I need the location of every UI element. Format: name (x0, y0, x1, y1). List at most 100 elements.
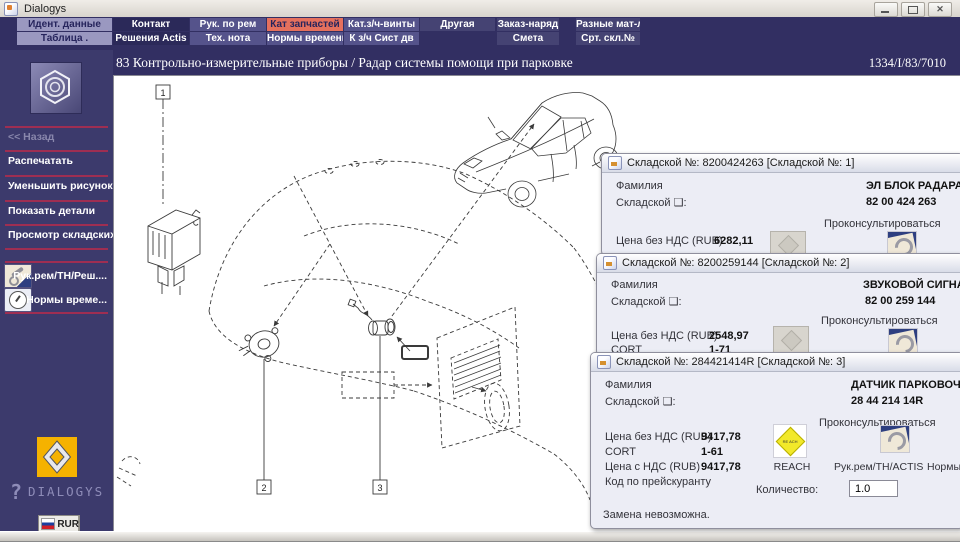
sidebar-item-time-standards[interactable]: Нормы време... (3, 288, 110, 312)
bumper-outline (116, 159, 619, 501)
maximize-button[interactable] (901, 2, 925, 17)
sidebar-item-show-details[interactable]: Показать детали (8, 205, 95, 217)
consult-manual-icon[interactable] (881, 426, 909, 452)
divider (5, 175, 108, 177)
divider (5, 200, 108, 202)
sidebar-item-manuals[interactable]: Рук.рем/ТН/Реш.... (3, 264, 110, 288)
stock-label: Складской ❑: (605, 396, 676, 408)
part-dialog-2: Складской №: 8200259144 [Складской №: 2]… (596, 253, 960, 356)
renault-logo (37, 437, 77, 477)
tab-estimate[interactable]: Смета (497, 32, 559, 45)
time-standards-caption: Нормы времени (927, 461, 960, 473)
flag-ru-icon (41, 518, 56, 530)
stock-number: 82 00 424 263 (866, 196, 937, 208)
part-name: ЭЛ БЛОК РАДАРА ЗАД (866, 180, 960, 192)
dialog-2-titlebar[interactable]: Складской №: 8200259144 [Складской №: 2] (597, 254, 960, 273)
tab-parts-catalog[interactable]: Кат запчастей (267, 18, 343, 31)
price-vat-label: Цена с НДС (RUB) (605, 461, 701, 473)
dialog-icon (608, 156, 622, 170)
svg-text:3: 3 (377, 483, 382, 493)
divider (5, 126, 108, 128)
name-label: Фамилия (605, 379, 652, 391)
dialog-3-titlebar[interactable]: Складской №: 284421414R [Складской №: 3] (591, 353, 960, 372)
divider (5, 312, 108, 314)
cort-label: CORT (605, 446, 636, 458)
dialog-icon (597, 355, 611, 369)
price-label: Цена без НДС (RUB) (605, 431, 712, 443)
dialog-1-title: Складской №: 8200424263 [Складской №: 1] (627, 157, 855, 169)
part-name: ЗВУКОВОЙ СИГНАЛ ПА (863, 279, 960, 291)
window-bottom-edge (0, 531, 960, 542)
part-dialog-3: Складской №: 284421414R [Складской №: 3]… (590, 352, 960, 529)
sidebar-manuals-label: Рук.рем/ТН/Реш.... (13, 270, 107, 282)
buzzer-part[interactable]: 2 (236, 327, 286, 495)
dialog-1-titlebar[interactable]: Складской №: 8200424263 [Складской №: 1] (602, 154, 960, 173)
page-title: 83 Контрольно-измерительные приборы / Ра… (116, 55, 573, 70)
tab-parts-screws[interactable]: Кат.з/ч-винты (344, 18, 419, 31)
tab-avg-stock-no[interactable]: Срт. скл.№ (576, 32, 640, 45)
price-vat-value: 9417,78 (701, 461, 741, 473)
svg-text:1: 1 (160, 88, 165, 98)
quantity-input[interactable] (849, 480, 898, 497)
dialog-icon (603, 256, 617, 270)
sidebar-item-shrink-image[interactable]: Уменьшить рисунок (8, 180, 113, 192)
tab-repair-manual[interactable]: Рук. по рем (190, 18, 266, 31)
sidebar-item-print[interactable]: Распечатать (8, 155, 73, 167)
name-label: Фамилия (616, 180, 663, 192)
consult-label: Проконсультироваться (821, 315, 938, 327)
callout-1[interactable]: 1 (155, 84, 171, 206)
divider (5, 224, 108, 226)
part-dialog-1: Складской №: 8200424263 [Складской №: 1]… (601, 153, 960, 256)
sidebar-item-back[interactable]: << Назад (8, 131, 54, 143)
reach-button-disabled (773, 326, 809, 355)
hexagon-nut-glyph (40, 69, 70, 105)
price-code-label: Код по прейскуранту (605, 476, 712, 488)
stock-number: 28 44 214 14R (851, 395, 924, 407)
replacement-note: Замена невозможна. (603, 509, 710, 521)
tab-other[interactable]: Другая (420, 18, 495, 31)
close-button[interactable]: ✕ (928, 2, 952, 17)
divider (5, 150, 108, 152)
dialogys-logo: ? DIALOGYS (10, 480, 110, 504)
tab-table[interactable]: Таблица . (17, 32, 112, 45)
cort-value: 1-61 (701, 446, 724, 458)
price-value: 6282,11 (714, 235, 754, 247)
consult-label: Проконсультироваться (819, 417, 936, 429)
price-label: Цена без НДС (RUB) (611, 330, 718, 342)
minimize-button[interactable] (874, 2, 898, 17)
divider (5, 248, 108, 250)
sidebar: << Назад Распечатать Уменьшить рисунок П… (0, 50, 140, 533)
reach-glyph-text: RE ACH (782, 438, 798, 443)
window-title: Dialogys (24, 2, 67, 15)
section-header: 83 Контрольно-измерительные приборы / Ра… (113, 50, 960, 75)
ecu-module-part[interactable] (147, 209, 201, 295)
price-value: 2548,97 (709, 330, 749, 342)
bracket-part[interactable] (401, 345, 429, 360)
app-icon (4, 1, 18, 16)
nut-icon[interactable] (30, 62, 82, 114)
tab-ident-data[interactable]: Идент. данные (17, 18, 112, 31)
stock-label: Складской ❑: (616, 197, 687, 209)
dialog-3-title: Складской №: 284421414R [Складской №: 3] (616, 356, 846, 368)
tab-tech-note[interactable]: Тех. нота (190, 32, 266, 45)
parking-sensor-part[interactable]: 3 (347, 298, 396, 495)
tab-work-order[interactable]: Заказ-наряд (497, 18, 559, 31)
reach-icon[interactable]: RE ACH (774, 425, 806, 457)
tab-time-standards[interactable]: Нормы времени (267, 32, 343, 45)
figure-code: 1334/I/83/7010 (868, 56, 946, 70)
name-label: Фамилия (611, 279, 658, 291)
ghost-box (341, 371, 395, 399)
price-value: 9417,78 (701, 431, 741, 443)
currency-label: RUR (57, 518, 79, 530)
price-label: Цена без НДС (RUB) (616, 235, 723, 247)
tab-misc-materials[interactable]: Разные мат-лы (576, 18, 640, 31)
fascia-panel (436, 306, 521, 449)
divider (5, 261, 108, 263)
main-menu: Идент. данные Контакт Рук. по рем Кат за… (0, 17, 960, 50)
dialogys-wordmark: DIALOGYS (28, 484, 105, 499)
tab-actis[interactable]: Решения Actis (113, 32, 189, 45)
sidebar-times-label: Нормы време... (26, 294, 107, 306)
question-mark-icon: ? (10, 480, 23, 504)
tab-engine-parts[interactable]: К з/ч Сист дв (344, 32, 419, 45)
tab-contact[interactable]: Контакт (113, 18, 189, 31)
